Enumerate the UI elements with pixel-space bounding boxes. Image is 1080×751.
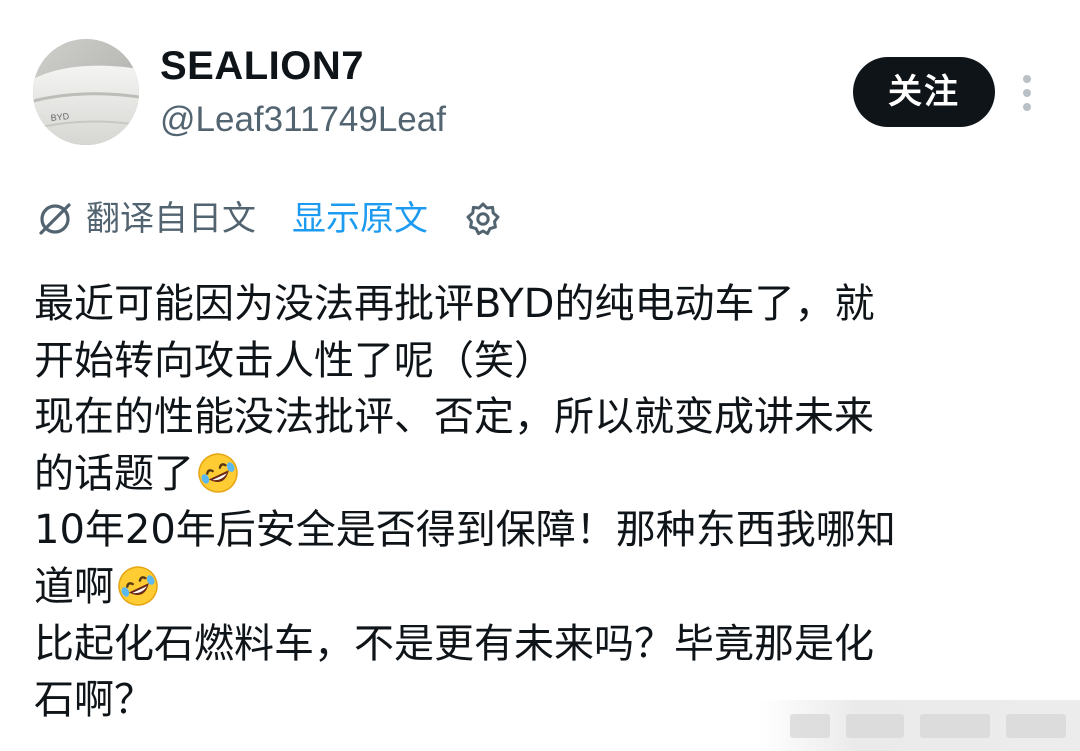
display-name[interactable]: SEALION7 bbox=[160, 42, 364, 90]
post-line-with-emoji: 的话题了 bbox=[34, 446, 1044, 503]
post-line: 比起化石燃料车，不是更有未来吗？毕竟那是化 bbox=[34, 620, 874, 667]
avatar[interactable]: BYD bbox=[33, 39, 139, 145]
blur-block bbox=[1006, 714, 1066, 738]
avatar-image: BYD bbox=[33, 39, 139, 145]
more-dot bbox=[1023, 89, 1031, 97]
post-header: BYD SEALION7 @Leaf311749Leaf 关注 bbox=[0, 0, 1080, 150]
rolling-on-floor-laughing-emoji-icon bbox=[118, 566, 158, 606]
post-line-with-emoji: 道啊 bbox=[34, 559, 1044, 616]
blurred-watermark bbox=[760, 700, 1080, 751]
post-line-text: 道啊 bbox=[34, 563, 114, 610]
follow-button[interactable]: 关注 bbox=[853, 57, 995, 127]
blur-block bbox=[920, 714, 990, 738]
post-line: 现在的性能没法批评、否定，所以就变成讲未来 bbox=[34, 394, 874, 441]
more-dot bbox=[1023, 75, 1031, 83]
translate-icon bbox=[39, 203, 71, 235]
post-line: 开始转向攻击人性了呢（笑） bbox=[34, 337, 554, 384]
post-line: 10年20年后安全是否得到保障！那种东西我哪知 bbox=[34, 507, 896, 554]
post-line: 最近可能因为没法再批评BYD的纯电动车了，就 bbox=[34, 281, 875, 327]
more-vertical-icon[interactable] bbox=[1012, 72, 1042, 114]
gear-icon[interactable] bbox=[464, 200, 502, 238]
user-handle[interactable]: @Leaf311749Leaf bbox=[160, 98, 446, 142]
blur-block bbox=[846, 714, 904, 738]
avatar-badge-text: BYD bbox=[50, 111, 70, 123]
post-text: 最近可能因为没法再批评BYD的纯电动车了，就 开始转向攻击人性了呢（笑） 现在的… bbox=[34, 276, 1044, 729]
translated-from-label: 翻译自日文 bbox=[86, 199, 256, 239]
more-dot bbox=[1023, 103, 1031, 111]
show-original-link[interactable]: 显示原文 bbox=[292, 196, 428, 242]
rolling-on-floor-laughing-emoji-icon bbox=[198, 453, 238, 493]
post-line-text: 的话题了 bbox=[34, 450, 194, 497]
blur-block bbox=[790, 714, 830, 738]
translation-bar: 翻译自日文 显示原文 bbox=[36, 196, 596, 242]
